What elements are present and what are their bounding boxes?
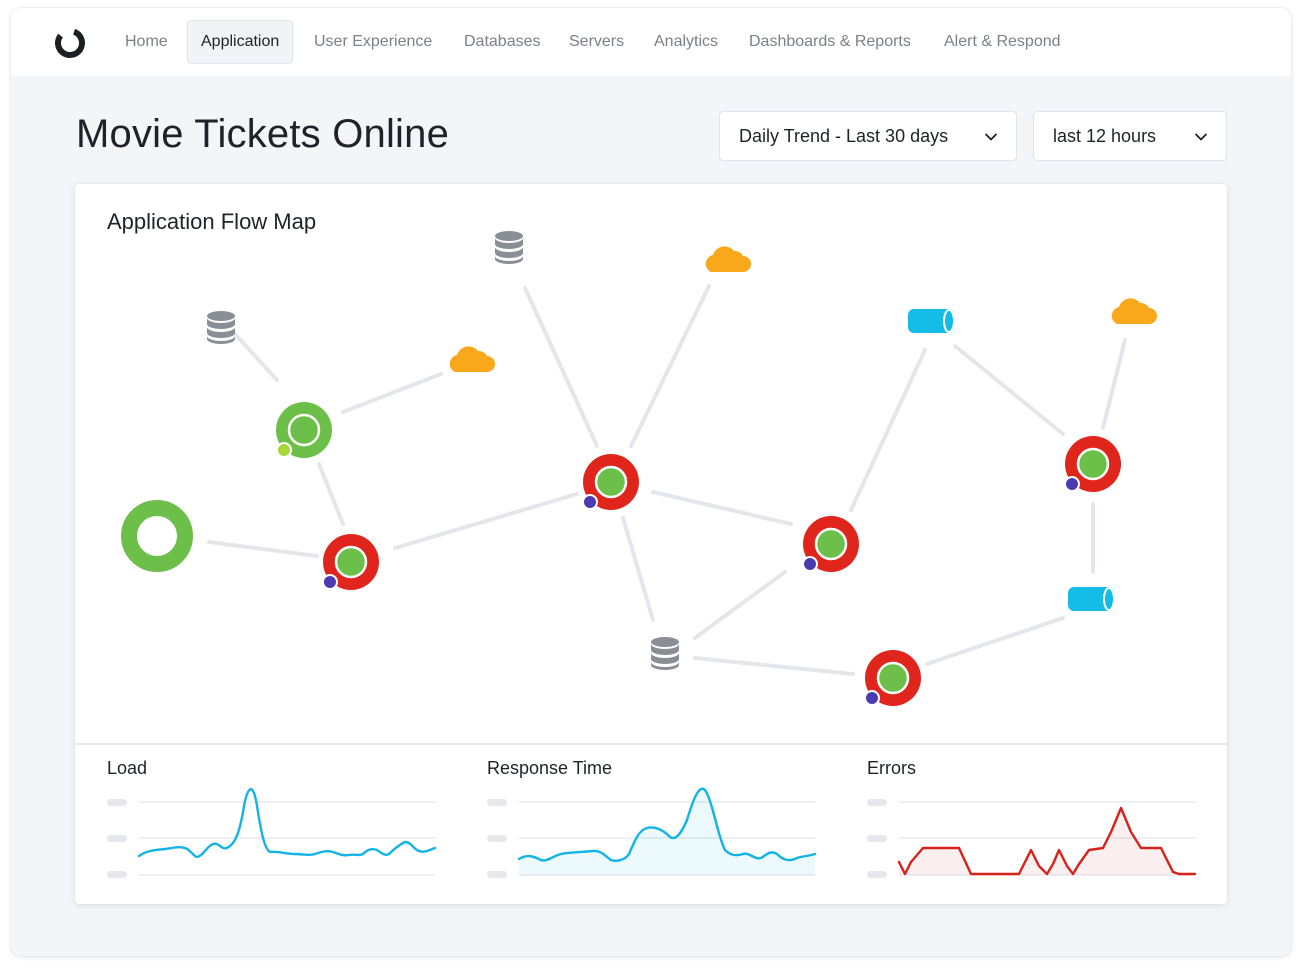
time-range-select[interactable]: last 12 hours (1033, 111, 1227, 161)
critical-service-node[interactable] (1064, 436, 1121, 492)
critical-service-node[interactable] (322, 534, 379, 590)
message-queue-icon[interactable] (1067, 586, 1115, 612)
nav-analytics[interactable]: Analytics (641, 20, 731, 64)
entry-node[interactable] (121, 500, 193, 572)
healthy-service-node[interactable] (276, 402, 332, 458)
page-title: Movie Tickets Online (76, 112, 450, 156)
critical-service-node[interactable] (802, 516, 859, 572)
errors-metric: Errors (867, 744, 1227, 904)
nav-dashboards-reports[interactable]: Dashboards & Reports (736, 20, 924, 64)
flow-map-canvas (121, 231, 1157, 706)
trend-select[interactable]: Daily Trend - Last 30 days (719, 111, 1017, 161)
nav-databases[interactable]: Databases (451, 20, 554, 64)
cloud-service-icon[interactable] (1111, 298, 1157, 324)
response-time-sparkline[interactable] (487, 784, 827, 894)
nav-servers[interactable]: Servers (556, 20, 637, 64)
top-navigation: Home Application User Experience Databas… (11, 8, 1291, 76)
cloud-service-icon[interactable] (449, 346, 495, 372)
nav-application[interactable]: Application (187, 20, 294, 64)
database-icon[interactable] (651, 637, 679, 670)
time-range-value: last 12 hours (1053, 126, 1157, 146)
load-sparkline[interactable] (107, 784, 447, 894)
load-title: Load (107, 758, 148, 778)
flow-links (207, 284, 1127, 676)
ring-logo-icon[interactable] (53, 26, 87, 60)
nav-alert-respond[interactable]: Alert & Respond (931, 20, 1074, 64)
response-time-metric: Response Time (487, 744, 847, 904)
nav-home[interactable]: Home (112, 20, 181, 64)
chevron-down-icon (1195, 133, 1207, 141)
database-icon[interactable] (495, 231, 523, 264)
chevron-down-icon (985, 133, 997, 141)
database-icon[interactable] (207, 311, 235, 344)
critical-service-node[interactable] (582, 454, 639, 510)
flow-map-card: Application Flow Map Load Response Time … (75, 184, 1227, 904)
nav-user-experience[interactable]: User Experience (301, 20, 445, 64)
message-queue-icon[interactable] (907, 308, 955, 334)
trend-select-value: Daily Trend - Last 30 days (739, 126, 949, 146)
response-time-title: Response Time (487, 758, 613, 778)
errors-sparkline[interactable] (867, 784, 1207, 894)
flow-nodes (121, 231, 1157, 706)
load-metric: Load (107, 744, 467, 904)
app-window: Home Application User Experience Databas… (11, 8, 1291, 956)
errors-title: Errors (867, 758, 916, 778)
cloud-service-icon[interactable] (705, 246, 751, 272)
critical-service-node[interactable] (864, 650, 921, 706)
